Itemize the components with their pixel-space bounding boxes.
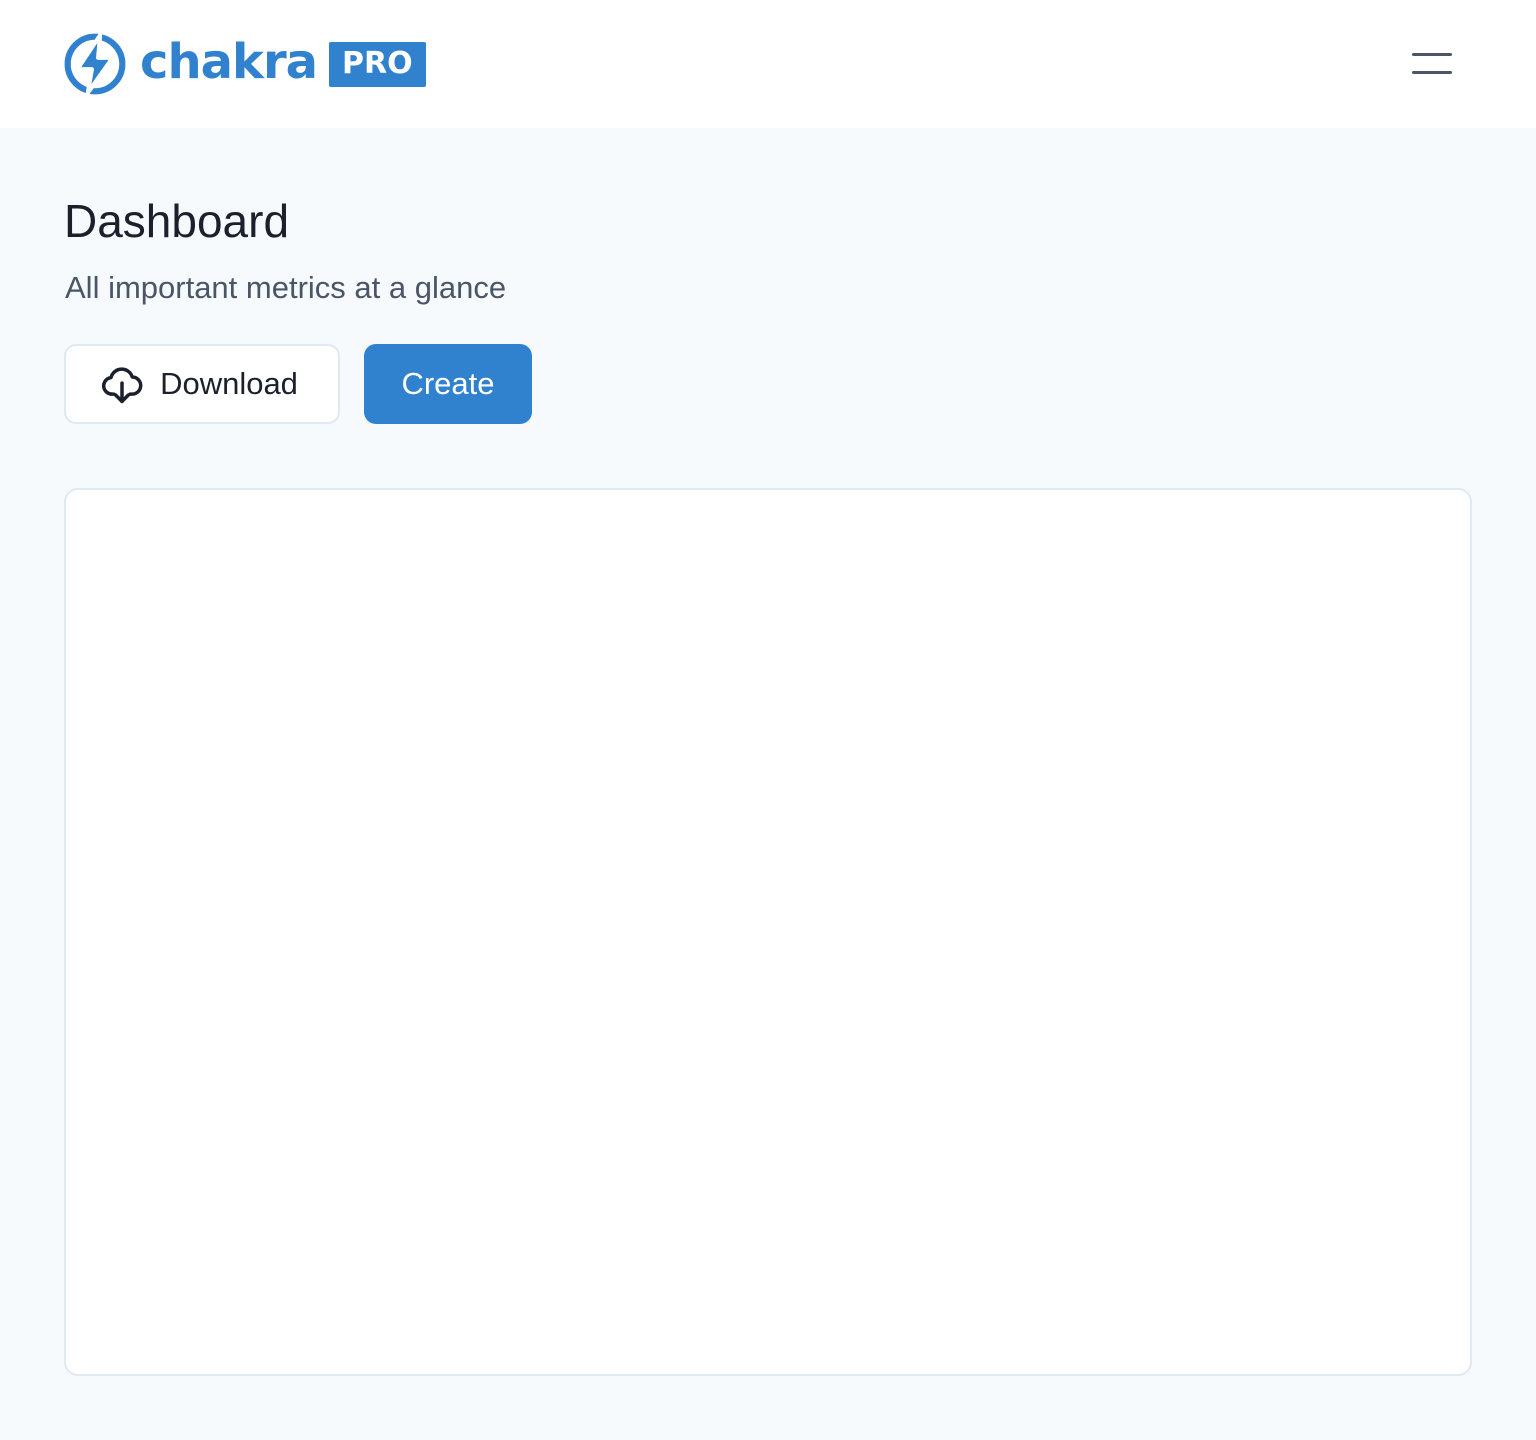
create-button-label: Create [401,366,495,401]
logo-wordmark: chakra [140,34,318,90]
download-button-label: Download [160,366,298,401]
top-navigation-bar: chakra PRO [0,0,1536,128]
dashboard-content-panel [64,488,1472,1376]
hamburger-menu-icon [1412,53,1452,56]
hamburger-menu-icon-bar [1412,71,1452,74]
create-button[interactable]: Create [364,344,532,424]
pro-badge: PRO [329,41,426,87]
hamburger-menu-button[interactable] [1400,40,1464,88]
page-title: Dashboard [64,195,290,247]
download-button[interactable]: Download [64,344,340,424]
page-subtitle: All important metrics at a glance [65,270,507,305]
cloud-download-icon [102,367,143,404]
chakra-pro-logo[interactable]: chakra PRO [62,30,426,98]
bolt-circle-icon [64,33,126,95]
